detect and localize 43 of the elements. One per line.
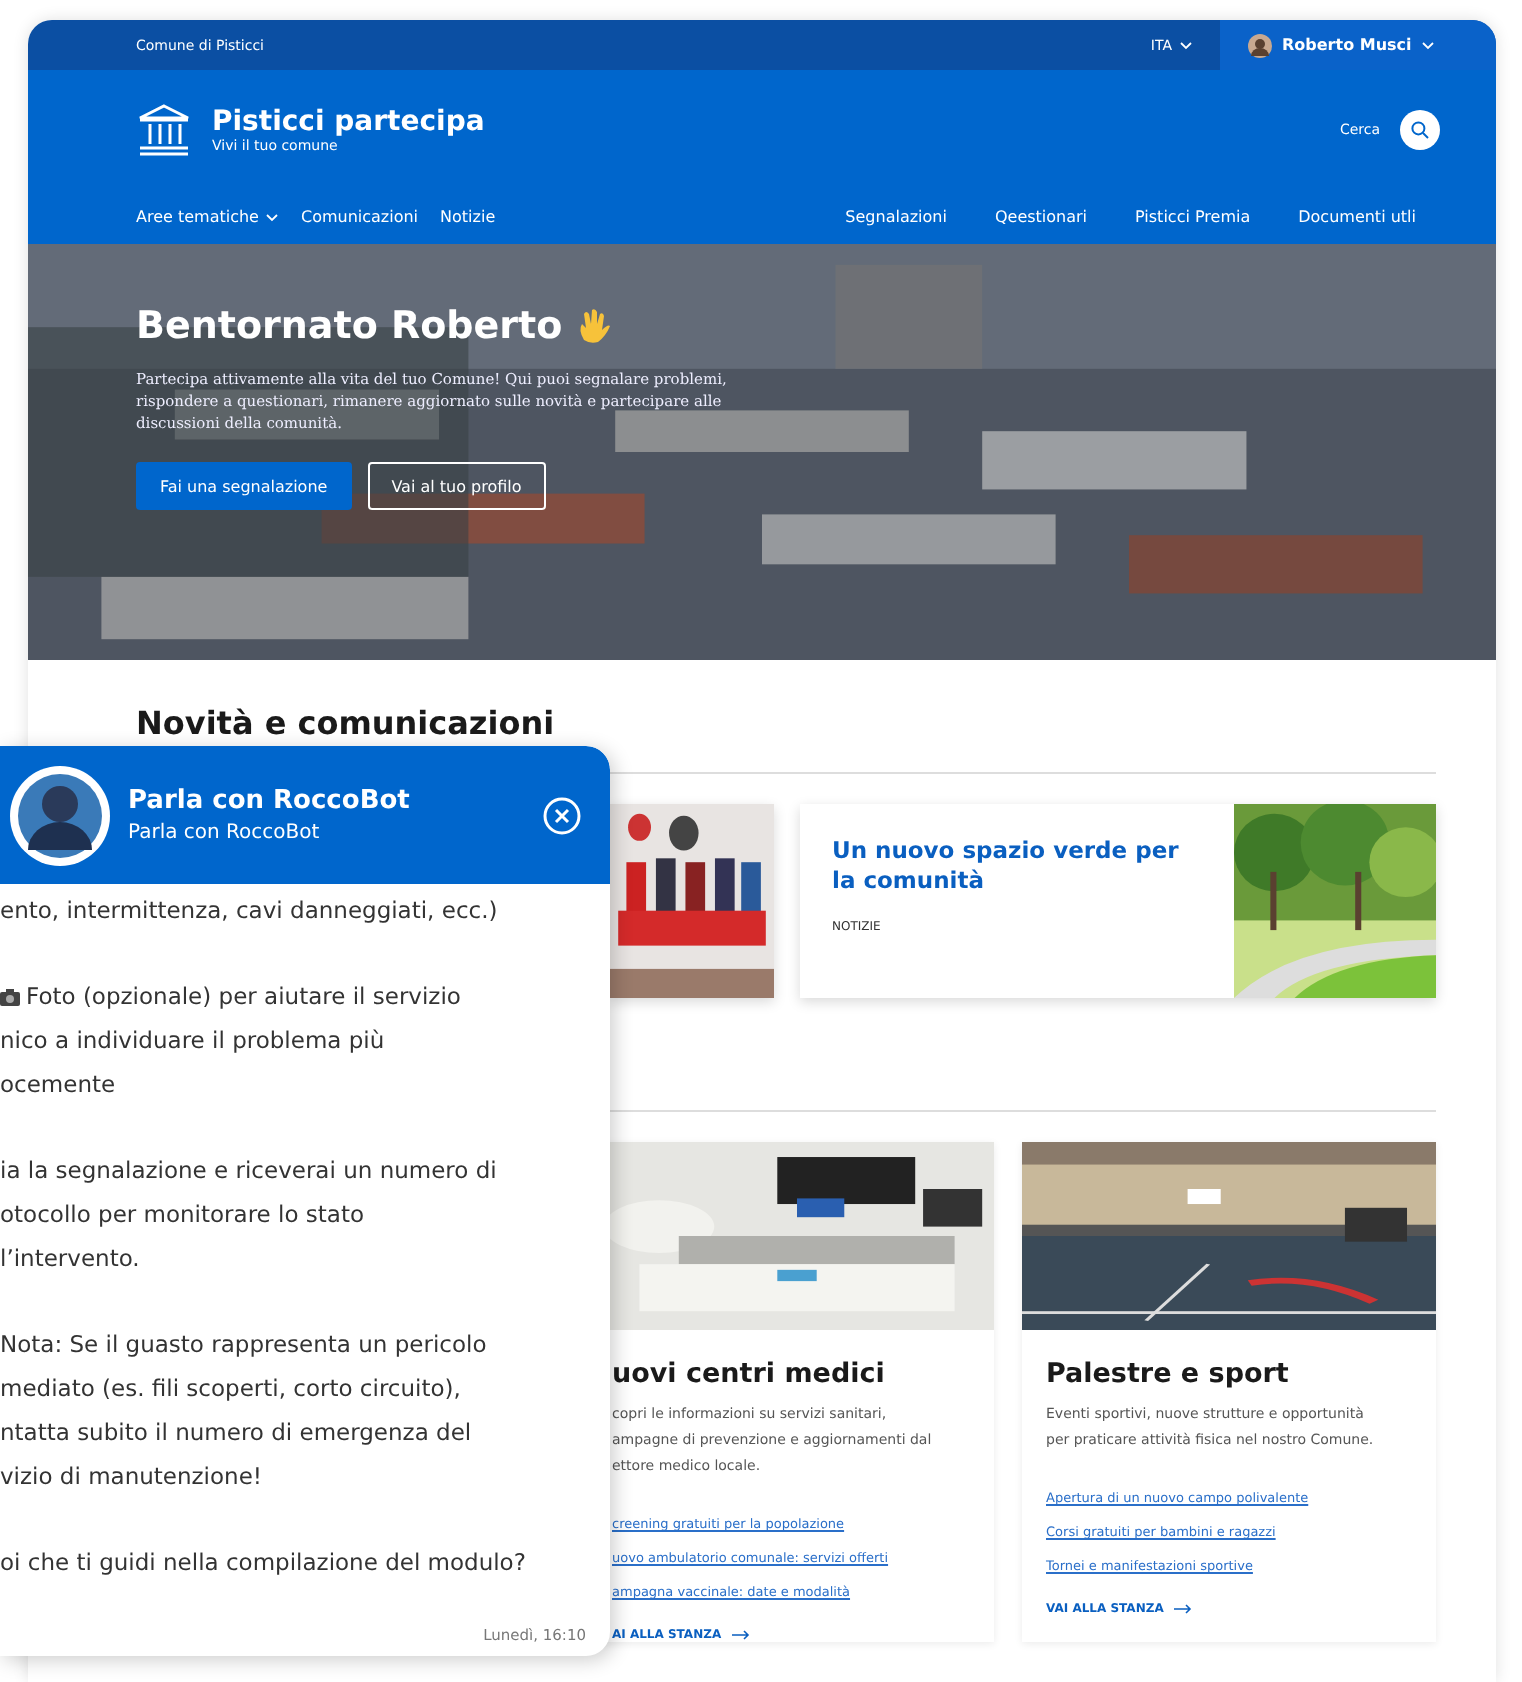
town-hall-icon (136, 104, 192, 156)
chat-message: ntatta subito il numero di emergenza del (0, 1416, 472, 1450)
room-title: Palestre e sport (1046, 1358, 1291, 1390)
nav-link[interactable]: Qeestionari (994, 208, 1088, 226)
nav-link[interactable]: Notizie (440, 208, 496, 226)
profile-button[interactable]: Vai al tuo profilo (367, 462, 546, 510)
room-title: uovi centri medici (612, 1358, 887, 1390)
chat-subtitle: Parla con RoccoBot (128, 822, 322, 844)
arrow-icon (731, 1630, 750, 1640)
chat-message: nico a individuare il problema più (0, 1024, 385, 1058)
chat-message: ocemente (0, 1068, 116, 1102)
user-menu[interactable]: Roberto Musci (1220, 20, 1496, 70)
chat-message: oi che ti guidi nella compilazione del modulo? (0, 1546, 526, 1580)
nav-link[interactable]: Aree tematiche (136, 208, 279, 226)
chat-message: Nota: Se il guasto rappresenta un pericolo (0, 1328, 487, 1362)
chat-message: Foto (opzionale) per aiutare il servizio (26, 980, 461, 1014)
chat-message: l’intervento. (0, 1242, 140, 1276)
nav-link[interactable]: Pisticci Premia (1135, 208, 1251, 226)
news-title: Un nuovo spazio verde per la comunità (832, 836, 1181, 896)
section-title: Novità e comunicazioni (136, 704, 557, 742)
hero-title: Bentornato Roberto (136, 304, 563, 348)
chat-message: otocollo per monitorare lo stato (0, 1198, 365, 1232)
chevron-icon (1180, 41, 1192, 49)
search-icon (1410, 120, 1430, 140)
site-title: Pisticci partecipa (212, 106, 485, 138)
chat-message: vizio di manutenzione! (0, 1460, 263, 1494)
arrow-icon (1173, 1604, 1192, 1614)
chat-message: mediato (es. fili scoperti, corto circuito), (0, 1372, 461, 1406)
nav-link[interactable]: Segnalazioni (845, 208, 947, 226)
chevron-icon (1421, 41, 1434, 49)
chat-message: ento, intermittenza, cavi danneggiati, ecc.) (0, 894, 498, 928)
chat-title: Parla con RoccoBot (128, 786, 410, 816)
camera-icon (0, 987, 20, 1005)
avatar-icon (1248, 33, 1272, 57)
close-button[interactable] (542, 795, 582, 835)
bot-avatar-icon (10, 765, 110, 865)
nav-link[interactable]: Documenti utli (1298, 208, 1416, 226)
search-button[interactable] (1400, 110, 1440, 150)
chat-message: ia la segnalazione e riceverai un numero di (0, 1154, 497, 1188)
close-icon (542, 795, 582, 835)
report-button[interactable]: Fai una segnalazione (136, 462, 352, 510)
nav-link[interactable]: Comunicazioni (300, 208, 419, 226)
chevron-icon (266, 213, 279, 221)
